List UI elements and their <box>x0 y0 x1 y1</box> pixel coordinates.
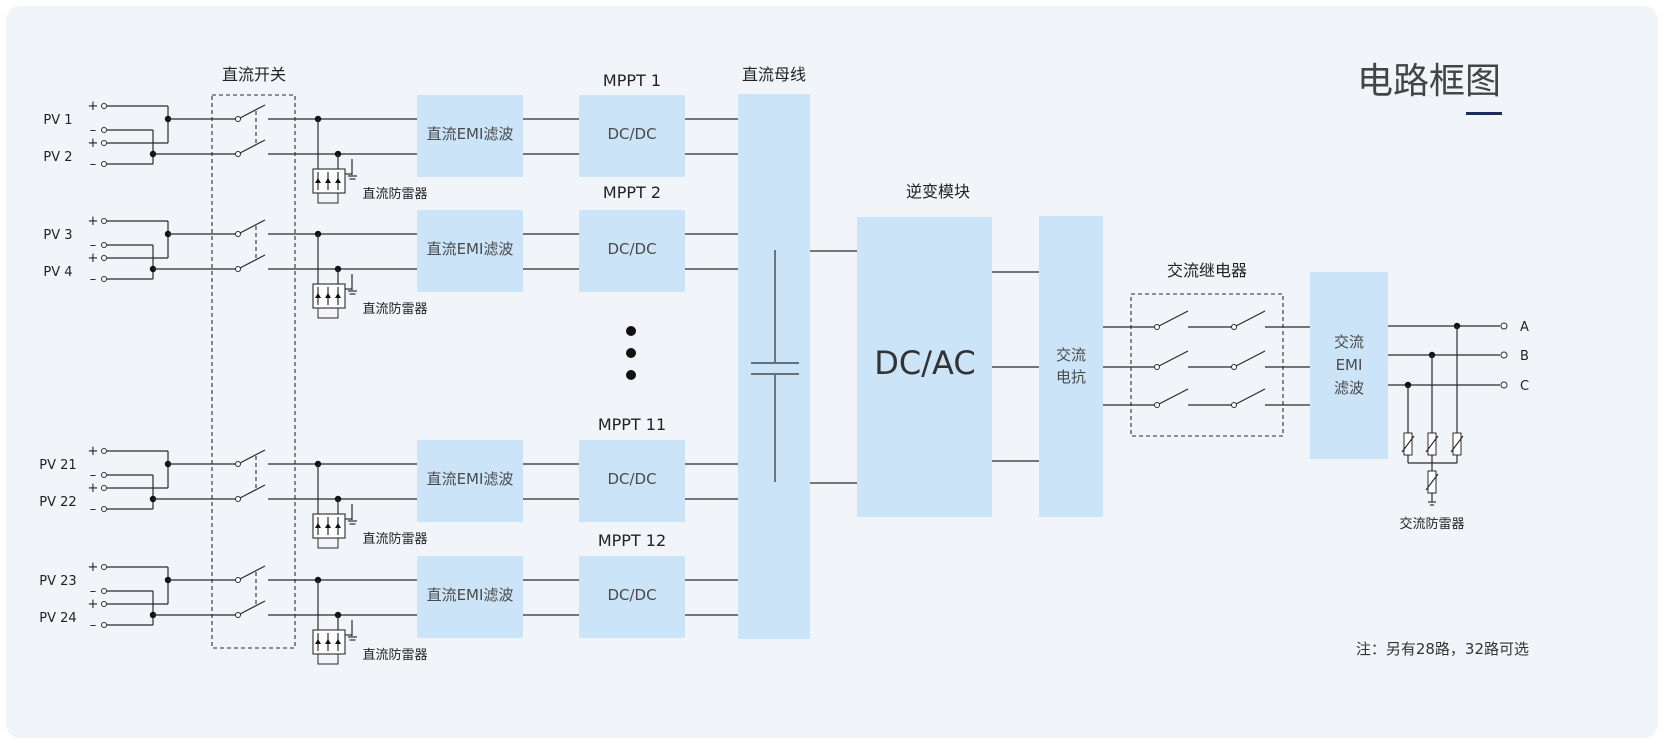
pv-label-top: PV 21 <box>39 458 76 473</box>
dc-spd-label: 直流防雷器 <box>362 647 427 663</box>
switch-contact <box>235 577 241 583</box>
pv-terminal <box>101 218 107 224</box>
terminal-minus-sign: – <box>90 272 97 287</box>
ac-relay-label: 交流继电器 <box>1167 261 1247 280</box>
pv-terminal <box>101 506 107 512</box>
terminal-minus-sign: – <box>90 157 97 172</box>
terminal-plus-sign: + <box>88 136 99 151</box>
mppt-label: MPPT 11 <box>598 415 666 434</box>
inverter-block-text: DC/AC <box>874 344 975 382</box>
pv-terminal <box>101 622 107 628</box>
dc-spd-label: 直流防雷器 <box>362 301 427 317</box>
phase-label: C <box>1520 379 1529 394</box>
ac-emi-text-3: 滤波 <box>1334 379 1364 397</box>
pv-terminal <box>101 255 107 261</box>
ac-terminal <box>1500 381 1508 389</box>
mppt-label: MPPT 12 <box>598 531 666 550</box>
dcdc-block-text: DC/DC <box>607 125 656 143</box>
switch-contact <box>235 266 241 272</box>
pv-terminal <box>101 276 107 282</box>
pv-terminal <box>101 485 107 491</box>
pv-terminal <box>101 472 107 478</box>
terminal-plus-sign: + <box>88 597 99 612</box>
dc-switch-label: 直流开关 <box>222 65 286 84</box>
dc-emi-filter-text: 直流EMI滤波 <box>427 586 514 604</box>
ac-reactor-text-1: 交流 <box>1056 346 1086 364</box>
dc-emi-filter-text: 直流EMI滤波 <box>427 240 514 258</box>
relay-contact <box>1154 364 1160 370</box>
dc-emi-filter-text: 直流EMI滤波 <box>427 470 514 488</box>
ac-emi-text-1: 交流 <box>1334 333 1364 351</box>
pv-label-top: PV 1 <box>43 113 72 128</box>
pv-label-bottom: PV 22 <box>39 495 76 510</box>
pv-terminal <box>101 564 107 570</box>
ac-spd-label: 交流防雷器 <box>1399 516 1464 532</box>
pv-terminal <box>101 161 107 167</box>
terminal-minus-sign: – <box>90 502 97 517</box>
title-underline <box>1466 112 1502 115</box>
mppt-label: MPPT 2 <box>603 183 661 202</box>
relay-contact <box>1154 402 1160 408</box>
relay-contact <box>1231 364 1237 370</box>
mppt-label: MPPT 1 <box>603 71 661 90</box>
pv-label-bottom: PV 2 <box>43 150 72 165</box>
circuit-block-diagram: 电路框图 直流开关 直流母线 PV 1PV 2+–+–直流防雷器直流EMI滤波 D… <box>6 6 1658 738</box>
ac-terminal <box>1500 322 1508 330</box>
ac-emi-text-2: EMI <box>1336 356 1363 374</box>
terminal-plus-sign: + <box>88 99 99 114</box>
pv-terminal <box>101 588 107 594</box>
pv-label-bottom: PV 24 <box>39 611 76 626</box>
ac-reactor-text-2: 电抗 <box>1056 368 1086 386</box>
dc-bus-label: 直流母线 <box>742 65 806 84</box>
pv-terminal <box>101 127 107 133</box>
pv-label-bottom: PV 4 <box>43 265 72 280</box>
pv-label-top: PV 3 <box>43 228 72 243</box>
relay-contact <box>1231 402 1237 408</box>
dcdc-block-text: DC/DC <box>607 240 656 258</box>
relay-contact <box>1231 324 1237 330</box>
dcdc-block-text: DC/DC <box>607 586 656 604</box>
pv-terminal <box>101 601 107 607</box>
pv-terminal <box>101 448 107 454</box>
terminal-plus-sign: + <box>88 560 99 575</box>
ac-terminal <box>1500 351 1508 359</box>
terminal-minus-sign: – <box>90 618 97 633</box>
dc-spd-label: 直流防雷器 <box>362 186 427 202</box>
phase-label: B <box>1520 349 1529 364</box>
dcdc-block-text: DC/DC <box>607 470 656 488</box>
circuit-diagram-stage: 电路框图 直流开关 直流母线 PV 1 PV 2 + – + – 直流防雷器 直流EMI滤波 D… <box>0 0 1664 744</box>
terminal-plus-sign: + <box>88 214 99 229</box>
switch-contact <box>235 116 241 122</box>
diagram-title: 电路框图 <box>1357 61 1501 102</box>
pv-terminal <box>101 242 107 248</box>
pv-label-top: PV 23 <box>39 574 76 589</box>
dc-spd-label: 直流防雷器 <box>362 531 427 547</box>
terminal-plus-sign: + <box>88 251 99 266</box>
more-mppt-ellipsis <box>626 326 636 380</box>
footnote: 注：另有28路，32路可选 <box>1356 640 1529 658</box>
diagram-panel <box>6 6 1658 738</box>
pv-terminal <box>101 103 107 109</box>
dc-emi-filter-text: 直流EMI滤波 <box>427 125 514 143</box>
terminal-plus-sign: + <box>88 444 99 459</box>
switch-contact <box>235 612 241 618</box>
switch-contact <box>235 461 241 467</box>
pv-terminal <box>101 140 107 146</box>
phase-label: A <box>1520 320 1529 335</box>
relay-contact <box>1154 324 1160 330</box>
terminal-plus-sign: + <box>88 481 99 496</box>
inverter-label: 逆变模块 <box>906 182 970 201</box>
switch-contact <box>235 231 241 237</box>
switch-contact <box>235 496 241 502</box>
dc-bus-bar <box>738 94 810 639</box>
ac-reactor-block <box>1039 216 1103 517</box>
switch-contact <box>235 151 241 157</box>
